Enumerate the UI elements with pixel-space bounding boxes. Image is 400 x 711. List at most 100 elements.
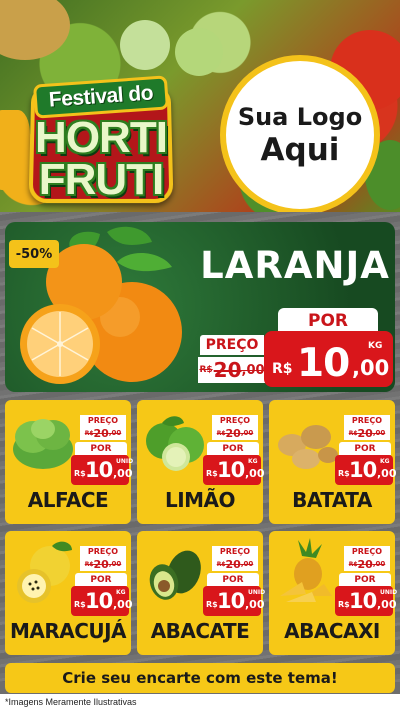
price-unit: KG	[368, 341, 383, 351]
price-cents: ,00	[113, 467, 133, 480]
logo-placeholder: Sua Logo Aqui	[220, 55, 380, 215]
old-price-value: 20	[225, 557, 241, 571]
pineapple-image	[280, 538, 332, 602]
price-unit: UNID	[248, 589, 266, 596]
new-price-label: POR	[75, 573, 127, 586]
price-value: 10	[217, 589, 245, 613]
new-price-label: POR	[339, 573, 391, 586]
festival-text: Festival do	[48, 81, 154, 112]
old-price: R$ 20,00	[344, 426, 390, 440]
lettuce-image	[13, 419, 73, 469]
product-card-limao: PREÇO R$ 20,00 POR R$ 10,00 KG LIMÃO	[137, 400, 265, 524]
old-price-cents: ,00	[240, 560, 254, 568]
price-currency: R$	[74, 469, 86, 478]
product-card-maracuja: PREÇO R$ 20,00 POR R$ 10,00 KG MARACUJÁ	[5, 531, 133, 655]
price-currency: R$	[272, 361, 293, 377]
new-price-label: POR	[207, 442, 259, 455]
product-card-alface: PREÇO R$ 20,00 POR R$ 10,00 UNID ALFACE	[5, 400, 134, 524]
price-currency: R$	[74, 600, 86, 609]
price-value: 10	[349, 458, 377, 482]
old-price-value: 20	[93, 426, 109, 440]
price-currency: R$	[338, 469, 350, 478]
logo-text-line1: Sua Logo	[237, 103, 363, 131]
old-price-value: 20	[225, 426, 241, 440]
featured-product-name: LARANJA	[200, 244, 390, 287]
old-price-currency: R$	[348, 560, 358, 568]
fruti-text: FRUTI	[38, 155, 165, 204]
price-cents: ,00	[377, 467, 397, 480]
new-price-label: POR	[278, 308, 378, 333]
lime-image	[146, 416, 204, 471]
price-value: 10	[349, 589, 377, 613]
product-card-abacaxi: PREÇO R$ 20,00 POR R$ 10,00 UNID ABACAXI	[269, 531, 397, 655]
old-price-value: 20	[213, 358, 242, 382]
price-unit: UNID	[116, 458, 134, 465]
price-cents: ,00	[245, 467, 265, 480]
price-unit: KG	[116, 589, 126, 596]
old-price-cents: ,00	[108, 560, 122, 568]
product-card-abacate: PREÇO R$ 20,00 POR R$ 10,00 UNID ABACATE	[137, 531, 266, 655]
price-cents: ,00	[113, 598, 133, 611]
onion-decor	[175, 28, 223, 76]
old-price-currency: R$	[216, 429, 226, 437]
price-currency: R$	[206, 600, 218, 609]
old-price-currency: R$	[199, 365, 213, 375]
price-value: 10	[217, 458, 245, 482]
price-cents: ,00	[352, 356, 390, 380]
price-unit: KG	[248, 458, 258, 465]
old-price-label: PREÇO	[212, 546, 258, 557]
product-name: BATATA	[292, 488, 372, 512]
product-card-batata: PREÇO R$ 20,00 POR R$ 10,00 KG BATATA	[269, 400, 397, 524]
old-price-currency: R$	[216, 560, 226, 568]
price-value: 10	[297, 341, 350, 386]
old-price-value: 20	[357, 426, 373, 440]
old-price: R$ 20 ,00	[198, 357, 266, 383]
old-price-cents: ,00	[240, 429, 254, 437]
cta-banner[interactable]: Crie seu encarte com este tema!	[5, 663, 395, 693]
old-price: R$ 20,00	[80, 557, 126, 571]
price-currency: R$	[338, 600, 350, 609]
avocado-image	[149, 550, 201, 600]
old-price-cents: ,00	[241, 362, 265, 378]
new-price: R$ 10,00 UNID	[335, 586, 397, 616]
horti-text: HORTI	[35, 113, 168, 162]
old-price-currency: R$	[348, 429, 358, 437]
new-price-label: POR	[339, 442, 391, 455]
onion-decor	[120, 20, 170, 70]
old-price-cents: ,00	[372, 560, 386, 568]
old-price-currency: R$	[84, 429, 94, 437]
price-unit: UNID	[380, 589, 398, 596]
product-name: MARACUJÁ	[9, 619, 127, 643]
festival-logo: Festival do HORTI FRUTI	[22, 72, 180, 207]
new-price-label: POR	[75, 442, 127, 455]
potato-image	[278, 425, 338, 469]
product-name: ALFACE	[27, 488, 109, 512]
old-price-label: PREÇO	[212, 415, 258, 426]
old-price-label: PREÇO	[200, 335, 264, 355]
old-price-label: PREÇO	[80, 415, 126, 426]
new-price-label: POR	[207, 573, 259, 586]
old-price-value: 20	[93, 557, 109, 571]
disclaimer-text: *Imagens Meramente Ilustrativas	[5, 697, 137, 707]
new-price: R$ 10 ,00 KG	[264, 331, 393, 387]
old-price-label: PREÇO	[344, 546, 390, 557]
potato-decor	[0, 0, 70, 60]
discount-badge: -50%	[9, 240, 59, 268]
new-price: R$ 10,00 KG	[203, 455, 265, 485]
passion-fruit-image	[17, 541, 72, 603]
old-price-label: PREÇO	[344, 415, 390, 426]
old-price-value: 20	[357, 557, 373, 571]
old-price-currency: R$	[84, 560, 94, 568]
price-cents: ,00	[245, 598, 265, 611]
product-name: ABACATE	[150, 619, 250, 643]
product-name: ABACAXI	[284, 619, 380, 643]
product-name: LIMÃO	[164, 488, 236, 512]
price-currency: R$	[206, 469, 218, 478]
price-value: 10	[85, 458, 113, 482]
old-price: R$ 20,00	[212, 557, 258, 571]
new-price: R$ 10,00 KG	[71, 586, 133, 616]
old-price-cents: ,00	[108, 429, 122, 437]
old-price-cents: ,00	[372, 429, 386, 437]
new-price: R$ 10,00 KG	[335, 455, 397, 485]
price-cents: ,00	[377, 598, 397, 611]
